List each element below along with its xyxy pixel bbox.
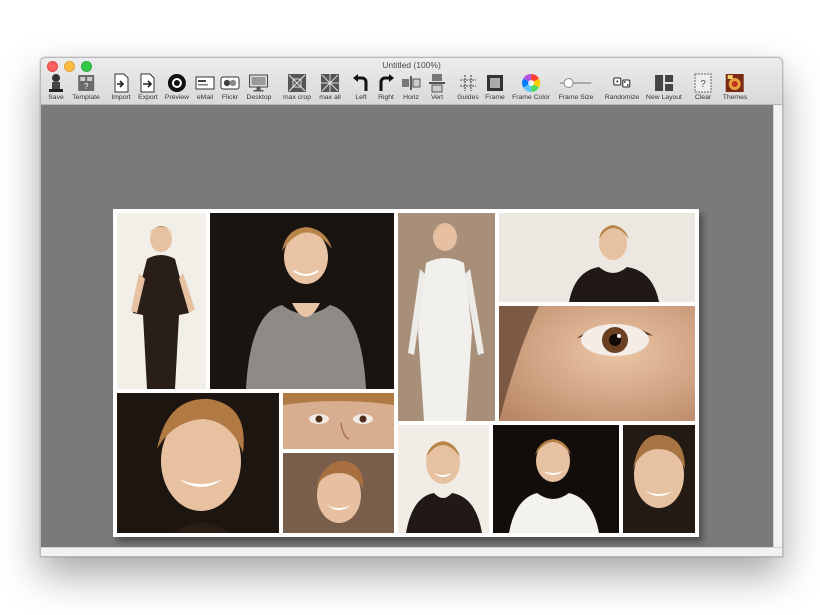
max-crop-icon — [286, 72, 308, 93]
randomize-label: Randomize — [604, 94, 640, 101]
flickr-icon — [219, 72, 241, 93]
frame-button[interactable]: Frame — [484, 72, 506, 101]
guides-label: Guides — [457, 94, 479, 101]
export-icon — [137, 72, 159, 93]
max-crop-label: max crop — [283, 94, 311, 101]
randomize-icon — [611, 72, 633, 93]
flickr-button[interactable]: Flickr — [219, 72, 241, 101]
flip-horizontal-label: Horiz — [403, 94, 419, 101]
max-all-button[interactable]: max all — [319, 72, 341, 101]
photo-laughing-closeup[interactable] — [117, 393, 279, 533]
app-window: Untitled (100%) Save ? Template Import E… — [40, 57, 783, 557]
rotate-left-label: Left — [355, 94, 367, 101]
photo-portrait-bright-background[interactable] — [499, 213, 695, 302]
color-wheel-icon — [520, 72, 542, 93]
guides-icon — [457, 72, 479, 93]
clear-label: Clear — [694, 94, 712, 101]
clear-button[interactable]: ? Clear — [692, 72, 714, 101]
preview-icon — [166, 72, 188, 93]
themes-icon — [724, 72, 746, 93]
photo-eyes-crop[interactable] — [283, 393, 394, 449]
preview-label: Preview — [164, 94, 190, 101]
export-button[interactable]: Export — [137, 72, 159, 101]
photo-standing-white-outfit[interactable] — [398, 213, 495, 421]
desktop-icon — [248, 72, 270, 93]
clear-icon: ? — [692, 72, 714, 93]
collage-workspace[interactable] — [41, 105, 782, 556]
import-icon — [110, 72, 132, 93]
flip-horizontal-button[interactable]: Horiz — [400, 72, 422, 101]
max-crop-button[interactable]: max crop — [283, 72, 311, 101]
photo-eye-closeup[interactable] — [499, 306, 695, 421]
themes-label: Themes — [722, 94, 748, 101]
email-button[interactable]: eMail — [194, 72, 216, 101]
email-icon — [194, 72, 216, 93]
max-all-label: max all — [319, 94, 341, 101]
horizontal-scrollbar[interactable] — [41, 547, 782, 556]
max-all-icon — [319, 72, 341, 93]
svg-text:?: ? — [700, 79, 706, 90]
rotate-right-icon — [375, 72, 397, 93]
save-button[interactable]: Save — [45, 72, 67, 101]
import-button[interactable]: Import — [110, 72, 132, 101]
rotate-right-label: Right — [378, 94, 394, 101]
collage-frame[interactable] — [113, 209, 699, 537]
photo-full-body-dark-dress[interactable] — [117, 213, 206, 389]
rotate-left-button[interactable]: Left — [350, 72, 372, 101]
frame-label: Frame — [485, 94, 505, 101]
rotate-right-button[interactable]: Right — [375, 72, 397, 101]
desktop-button[interactable]: Desktop — [246, 72, 272, 101]
save-label: Save — [48, 94, 64, 101]
template-label: Template — [72, 94, 100, 101]
template-button[interactable]: ? Template — [72, 72, 100, 101]
guides-button[interactable]: Guides — [457, 72, 479, 101]
photo-white-shirt-dark-bg[interactable] — [493, 425, 619, 533]
template-icon: ? — [75, 72, 97, 93]
new-layout-icon — [653, 72, 675, 93]
flip-vertical-label: Vert — [430, 94, 444, 101]
frame-size-slider[interactable]: Frame Size — [558, 72, 594, 101]
frame-icon — [484, 72, 506, 93]
vertical-scrollbar[interactable] — [773, 105, 782, 548]
new-layout-label: New Layout — [646, 94, 682, 101]
themes-button[interactable]: Themes — [722, 72, 748, 101]
photo-smile-closeup-dark[interactable] — [623, 425, 695, 533]
email-label: eMail — [196, 94, 214, 101]
randomize-button[interactable]: Randomize — [605, 72, 639, 101]
title-bar: Untitled (100%) Save ? Template Import E… — [41, 58, 782, 105]
frame-color-label: Frame Color — [512, 94, 550, 101]
save-icon — [45, 72, 67, 93]
export-label: Export — [138, 94, 158, 101]
import-label: Import — [111, 94, 131, 101]
frame-size-label: Frame Size — [558, 94, 594, 101]
frame-color-button[interactable]: Frame Color — [512, 72, 550, 101]
svg-text:?: ? — [84, 82, 89, 91]
flip-horizontal-icon — [400, 72, 422, 93]
flickr-label: Flickr — [221, 94, 239, 101]
rotate-left-icon — [350, 72, 372, 93]
frame-size-slider-icon — [559, 72, 593, 93]
new-layout-button[interactable]: New Layout — [646, 72, 682, 101]
flip-vertical-button[interactable]: Vert — [426, 72, 448, 101]
desktop-label: Desktop — [246, 94, 272, 101]
flip-vertical-icon — [426, 72, 448, 93]
photo-smile-black-top[interactable] — [398, 425, 489, 533]
preview-button[interactable]: Preview — [165, 72, 189, 101]
photo-smiling-grey-top[interactable] — [210, 213, 394, 389]
photo-head-tilted[interactable] — [283, 453, 394, 533]
window-title: Untitled (100%) — [382, 60, 441, 70]
